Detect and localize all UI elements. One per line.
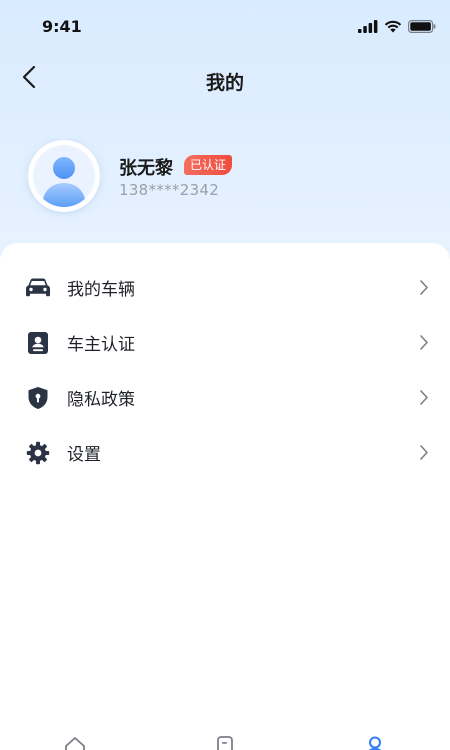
chevron-right-icon [418, 278, 430, 298]
menu-item-my-vehicles[interactable]: 我的车辆 [0, 260, 450, 315]
user-avatar-icon [33, 145, 95, 207]
profile-icon [363, 736, 387, 750]
id-card-icon [25, 330, 51, 356]
chevron-right-icon [418, 443, 430, 463]
tab-orders[interactable] [212, 736, 238, 750]
tab-bar [0, 736, 450, 750]
menu-item-label: 我的车辆 [67, 280, 135, 300]
shield-lock-icon [25, 385, 51, 411]
tab-profile[interactable] [362, 736, 388, 750]
chevron-right-icon [418, 333, 430, 353]
user-phone: 138****2342 [119, 181, 220, 199]
page-title: 我的 [205, 72, 244, 94]
menu-item-owner-verification[interactable]: 车主认证 [0, 315, 450, 370]
wifi-icon [384, 18, 402, 37]
user-name: 张无黎 [119, 158, 173, 179]
status-bar: 9:41 [0, 0, 450, 56]
status-icons [358, 18, 436, 37]
document-icon [213, 736, 237, 750]
menu-item-privacy-policy[interactable]: 隐私政策 [0, 370, 450, 425]
verified-badge: 已认证 [184, 155, 233, 175]
profile-header: 张无黎 已认证 138****2342 [28, 140, 430, 218]
car-icon [25, 275, 51, 301]
nav-bar: 我的 [0, 56, 450, 104]
chevron-right-icon [418, 388, 430, 408]
avatar[interactable] [28, 140, 100, 212]
menu-item-settings[interactable]: 设置 [0, 425, 450, 480]
gear-icon [25, 440, 51, 466]
home-icon [63, 736, 87, 750]
menu-card: 我的车辆 车主认证 隐私政策 设置 [0, 243, 450, 750]
status-time: 9:41 [42, 17, 82, 36]
menu-item-label: 车主认证 [67, 335, 135, 355]
battery-icon [408, 18, 436, 37]
menu-item-label: 隐私政策 [67, 390, 135, 410]
tab-home[interactable] [62, 736, 88, 750]
menu-list: 我的车辆 车主认证 隐私政策 设置 [0, 243, 450, 480]
menu-item-label: 设置 [67, 445, 101, 465]
cellular-signal-icon [358, 18, 378, 37]
